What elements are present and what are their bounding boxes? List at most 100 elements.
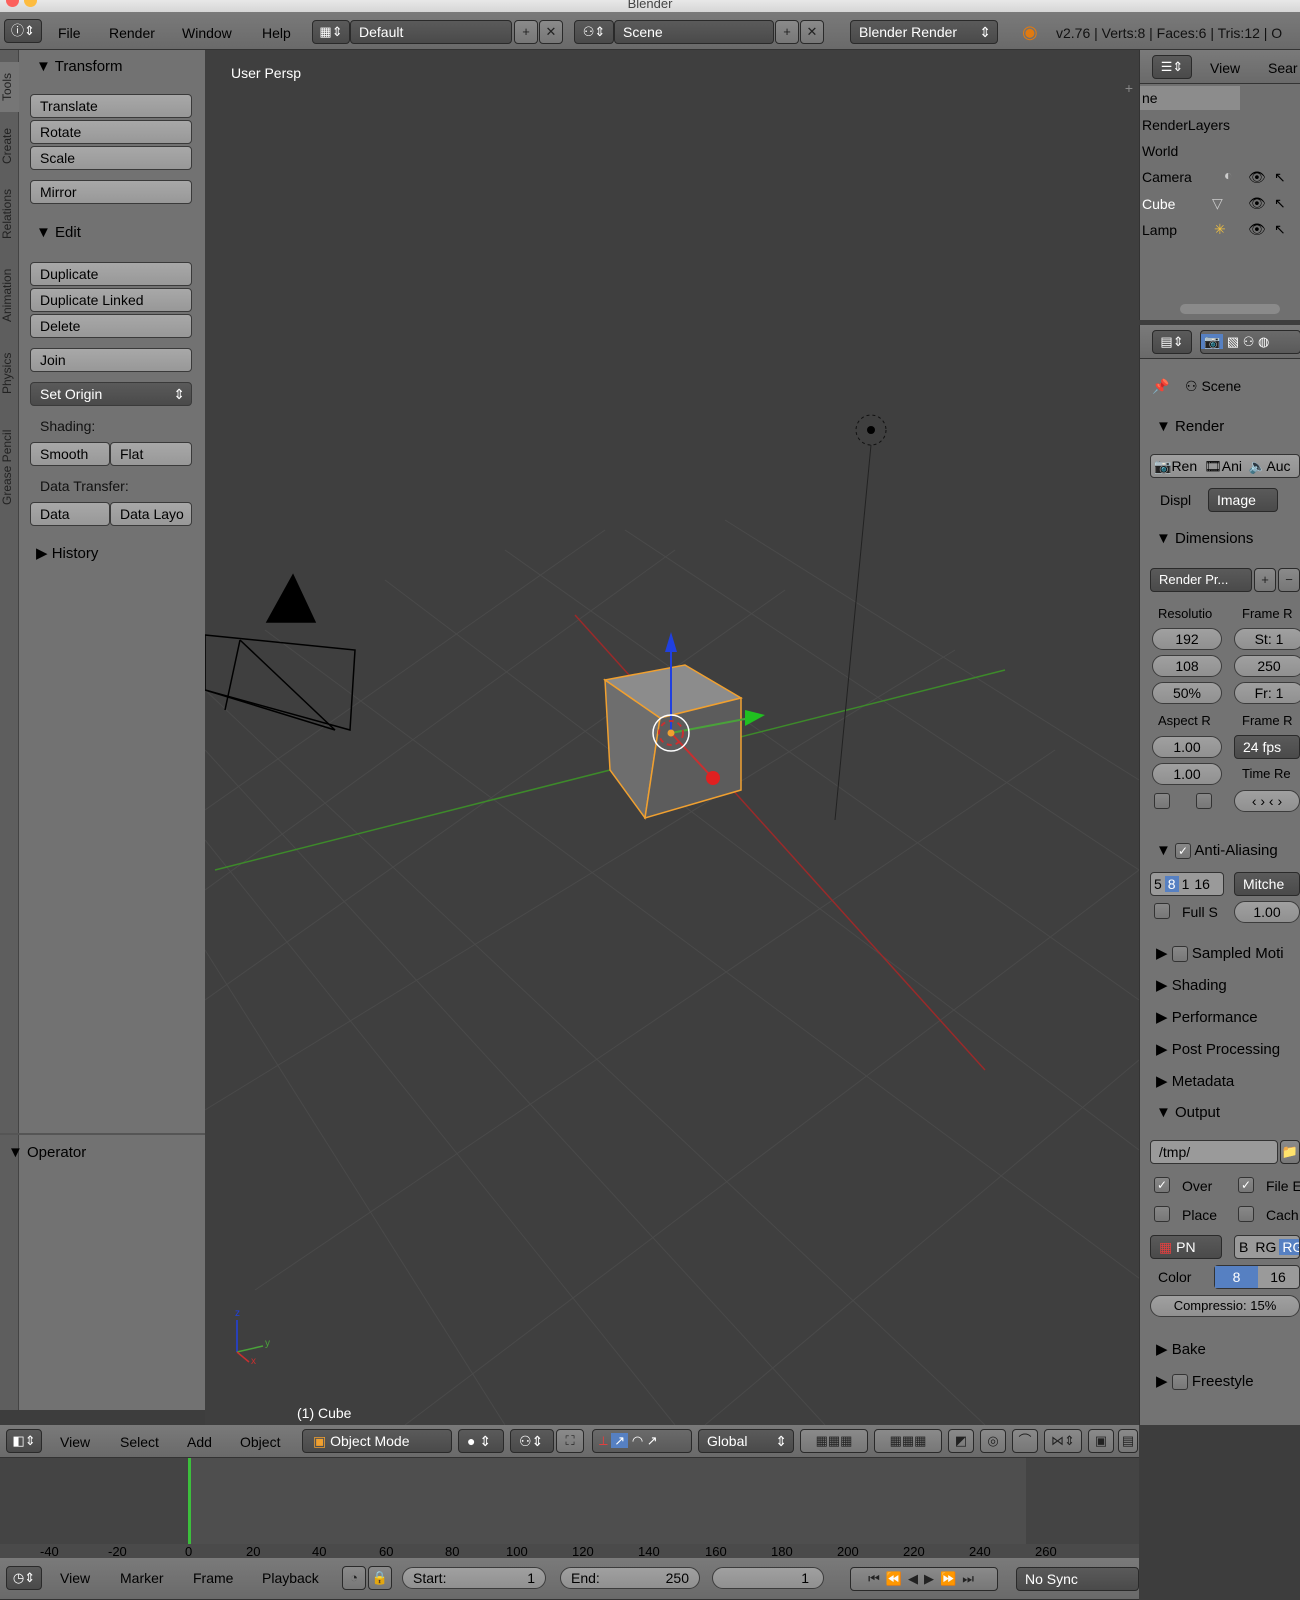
proportional-edit-icon[interactable]: ◎ [980, 1429, 1006, 1453]
selectable-cursor-icon[interactable]: ↖ [1274, 195, 1286, 212]
outliner-item-renderlayers[interactable]: RenderLayers [1142, 117, 1230, 133]
rotate-button[interactable]: Rotate [30, 120, 192, 144]
lamp-data-icon[interactable]: ✳ [1214, 221, 1226, 238]
close-window-icon[interactable] [6, 0, 19, 7]
x-arrow-icon[interactable] [706, 771, 720, 785]
timeline-menu-marker[interactable]: Marker [120, 1570, 164, 1586]
smooth-button[interactable]: Smooth [30, 442, 110, 466]
menu-window[interactable]: Window [182, 25, 232, 41]
jump-end-icon[interactable]: ⏭ [962, 1571, 980, 1586]
timeline-editor-icon[interactable]: ◷⇕ [6, 1566, 42, 1590]
outliner-scrollbar[interactable] [1180, 304, 1280, 314]
layout-grid-icon[interactable]: ▦⇕ [312, 20, 350, 44]
duplicate-linked-button[interactable]: Duplicate Linked [30, 288, 192, 312]
color-mode-rgb[interactable]: RG [1252, 1239, 1279, 1255]
outliner-item-world[interactable]: World [1142, 143, 1178, 159]
folder-browse-icon[interactable]: 📁 [1280, 1140, 1300, 1164]
outliner-item-cube[interactable]: Cube [1142, 196, 1175, 212]
file-extensions-checkbox[interactable]: ✓ [1238, 1177, 1254, 1193]
frame-start-field[interactable]: St: 1 [1234, 628, 1300, 650]
render-preview-icon[interactable]: ▣ [1088, 1429, 1114, 1453]
dimensions-section-header[interactable]: ▼ Dimensions [1156, 530, 1253, 547]
outliner-item-camera[interactable]: Camera [1142, 169, 1192, 185]
add-preset-icon[interactable]: + [1254, 568, 1276, 592]
aspect-x-field[interactable]: 1.00 [1152, 736, 1222, 758]
timeline-menu-playback[interactable]: Playback [262, 1570, 319, 1586]
render-tab-icon[interactable]: 📷 [1201, 334, 1224, 349]
flat-button[interactable]: Flat [110, 442, 192, 466]
aspect-y-field[interactable]: 1.00 [1152, 763, 1222, 785]
render-preset-selector[interactable]: Render Pr... [1150, 568, 1252, 592]
scene-icon[interactable]: ⚇⇕ [574, 20, 614, 44]
move-manipulator-icon[interactable]: ↗ [611, 1433, 629, 1448]
tab-animation[interactable]: Animation [0, 255, 19, 335]
anti-aliasing-checkbox[interactable]: ✓ [1175, 843, 1192, 860]
menu-add[interactable]: Add [187, 1434, 212, 1450]
play-reverse-icon[interactable]: ◀ [908, 1571, 924, 1586]
scene-layers-2[interactable]: ▦▦▦ [874, 1429, 942, 1453]
resolution-x-field[interactable]: 192 [1152, 628, 1222, 650]
3d-viewport[interactable]: User Persp z y x (1) Cube + [205, 50, 1139, 1425]
scale-manipulator-icon[interactable]: ↗ [647, 1433, 658, 1448]
anti-aliasing-section-header[interactable]: ▼ ✓ Anti-Aliasing [1156, 842, 1278, 860]
transform-panel-header[interactable]: ▼ Transform [36, 58, 123, 75]
y-arrow-icon[interactable] [745, 710, 765, 726]
visibility-eye-icon[interactable]: 👁 [1248, 195, 1266, 212]
menu-view[interactable]: View [60, 1434, 90, 1450]
pin-icon[interactable]: 📌 [1152, 378, 1169, 395]
snap-icon[interactable]: ⌒ [1012, 1429, 1038, 1453]
color-depth-16[interactable]: 16 [1258, 1266, 1298, 1288]
rotate-manipulator-icon[interactable]: ◠ [632, 1433, 643, 1448]
join-button[interactable]: Join [30, 348, 192, 372]
sampled-motion-blur-header[interactable]: ▶ Sampled Moti [1156, 944, 1284, 963]
outliner-item-scene[interactable]: ne [1142, 90, 1158, 106]
tab-create[interactable]: Create [0, 118, 19, 173]
layer-lock-icon[interactable]: ◩ [948, 1429, 974, 1453]
lamp-object[interactable] [834, 414, 887, 821]
visibility-eye-icon[interactable]: 👁 [1248, 221, 1266, 238]
minimize-window-icon[interactable] [24, 0, 37, 7]
translate-manipulator-icon[interactable]: ⟂ [599, 1433, 608, 1448]
operator-panel-header[interactable]: ▼ Operator [8, 1144, 86, 1161]
render-image-button[interactable]: 📷Ren [1151, 458, 1197, 474]
metadata-section-header[interactable]: ▶ Metadata [1156, 1072, 1234, 1090]
remove-scene-icon[interactable]: ✕ [800, 20, 824, 44]
add-scene-icon[interactable]: + [775, 20, 799, 44]
output-path-field[interactable]: /tmp/ [1150, 1140, 1278, 1164]
menu-file[interactable]: File [58, 25, 81, 41]
placeholders-checkbox[interactable] [1154, 1206, 1170, 1222]
snap-element-icon[interactable]: ⋈⇕ [1044, 1429, 1082, 1453]
sync-mode-selector[interactable]: No Sync [1016, 1567, 1139, 1591]
tab-grease-pencil[interactable]: Grease Pencil [0, 412, 19, 522]
tab-tools[interactable]: Tools [0, 62, 19, 112]
camera-object[interactable] [205, 573, 356, 731]
mirror-button[interactable]: Mirror [30, 180, 192, 204]
scene-tab-icon[interactable]: ⚇ [1243, 334, 1255, 349]
display-selector[interactable]: Image [1208, 488, 1278, 512]
manipulator-toggle-icon[interactable]: ⛶ [556, 1429, 584, 1453]
selectable-cursor-icon[interactable]: ↖ [1274, 221, 1286, 238]
world-tab-icon[interactable]: ◍ [1258, 334, 1269, 349]
plus-corner-icon[interactable]: + [1125, 80, 1133, 96]
resolution-percent-field[interactable]: 50% [1152, 682, 1222, 704]
mode-selector[interactable]: ▣ Object Mode [302, 1429, 452, 1453]
translate-button[interactable]: Translate [30, 94, 192, 118]
properties-editor-icon[interactable]: ▤⇕ [1152, 330, 1192, 354]
edit-panel-header[interactable]: ▼ Edit [36, 224, 81, 241]
pivot-selector[interactable]: ⚇⇕ [510, 1429, 554, 1453]
info-editor-type-icon[interactable]: ⓘ⇕ [4, 19, 42, 43]
crop-checkbox[interactable] [1196, 793, 1212, 809]
shading-section-header[interactable]: ▶ Shading [1156, 976, 1227, 994]
frame-step-field[interactable]: Fr: 1 [1234, 682, 1300, 704]
preview-range-icon[interactable]: ◔ [342, 1566, 366, 1590]
editor-type-icon[interactable]: ◧⇕ [6, 1429, 42, 1453]
resolution-y-field[interactable]: 108 [1152, 655, 1222, 677]
prev-keyframe-icon[interactable]: ⏪ [886, 1571, 908, 1586]
visibility-eye-icon[interactable]: 👁 [1248, 169, 1266, 186]
timeline-menu-frame[interactable]: Frame [193, 1570, 233, 1586]
aa-samples-5[interactable]: 5 [1151, 876, 1165, 892]
remove-layout-icon[interactable]: ✕ [539, 20, 563, 44]
mesh-data-icon[interactable]: ▽ [1212, 195, 1223, 212]
motion-blur-checkbox[interactable] [1171, 946, 1188, 963]
properties-context-tabs[interactable]: 📷 ▧ ⚇ ◍ [1200, 330, 1300, 354]
